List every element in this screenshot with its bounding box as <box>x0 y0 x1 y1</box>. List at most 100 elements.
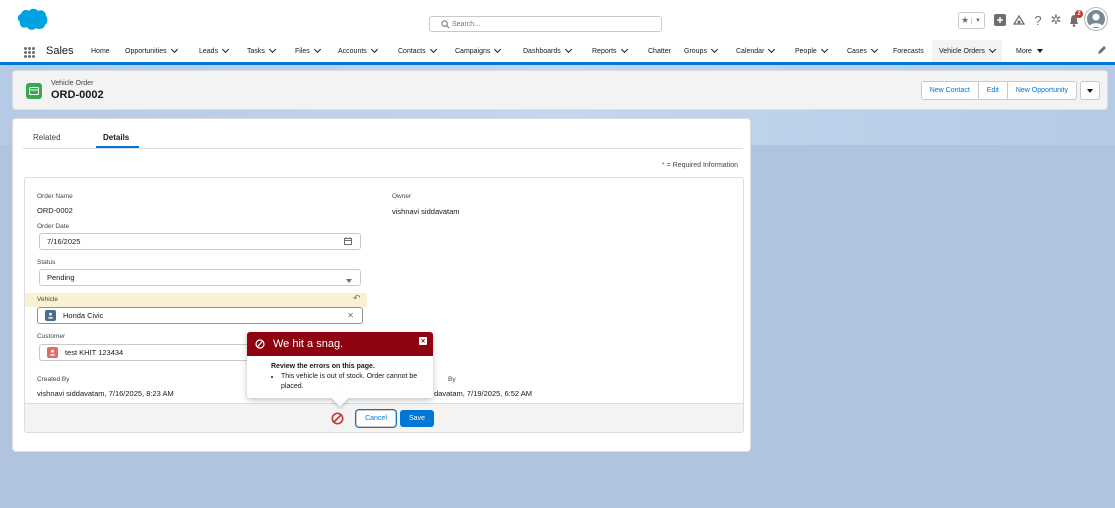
chevron-down-icon <box>313 45 321 54</box>
nav-item-home[interactable]: Home <box>91 40 110 62</box>
vehicle-record-icon <box>45 310 56 321</box>
chevron-down-icon <box>710 45 719 54</box>
nav-item-chatter[interactable]: Chatter <box>648 40 671 62</box>
pencil-icon[interactable] <box>1097 45 1107 55</box>
nav-item-forecasts[interactable]: Forecasts <box>893 40 924 62</box>
search-placeholder: Search... <box>452 20 481 28</box>
edit-button[interactable]: Edit <box>977 81 1008 100</box>
avatar[interactable] <box>1085 8 1107 30</box>
chevron-down-icon <box>170 45 178 54</box>
object-type-label: Vehicle Order <box>51 80 94 87</box>
nav-item-accounts[interactable]: Accounts <box>338 40 378 62</box>
nav-item-calendar[interactable]: Calendar <box>736 40 776 62</box>
new-contact-button[interactable]: New Contact <box>920 81 979 100</box>
owner-label: Owner <box>392 193 412 200</box>
chevron-down-icon <box>620 45 628 54</box>
customer-record-icon <box>47 347 58 358</box>
status-select[interactable]: Pending <box>39 269 361 286</box>
order-name-value: ORD-0002 <box>37 206 73 215</box>
gear-icon[interactable]: ✲ <box>1048 12 1064 28</box>
created-by-value: vishnavi siddavatam, 7/16/2025, 8:23 AM <box>37 389 174 398</box>
error-title: We hit a snag. <box>273 338 344 350</box>
error-icon <box>255 339 265 349</box>
order-date-label: Order Date <box>37 223 70 230</box>
vehicle-lookup-field[interactable]: Honda Civic ✕ <box>37 307 363 324</box>
caret-down-icon <box>1087 88 1093 93</box>
vehicle-order-icon <box>26 83 42 99</box>
chevron-down-icon <box>346 276 352 285</box>
chevron-down-icon <box>429 45 437 54</box>
plus-icon[interactable] <box>992 12 1008 28</box>
nav-item-contacts[interactable]: Contacts <box>398 40 437 62</box>
record-detail-card: Related Details * = Required Information… <box>12 118 751 452</box>
chevron-down-icon <box>820 45 828 54</box>
status-label: Status <box>37 259 56 266</box>
new-opportunity-button[interactable]: New Opportunity <box>1006 81 1077 100</box>
notification-badge: 2 <box>1075 10 1083 18</box>
created-by-label: Created By <box>37 376 70 383</box>
active-tab-indicator <box>96 146 139 148</box>
nav-item-vehicle-orders[interactable]: Vehicle Orders <box>932 40 1002 65</box>
caret-down-icon <box>1036 49 1043 53</box>
nav-item-reports[interactable]: Reports <box>592 40 628 62</box>
nav-item-campaigns[interactable]: Campaigns <box>455 40 502 62</box>
more-actions-button[interactable] <box>1080 81 1100 100</box>
nav-item-groups[interactable]: Groups <box>684 40 719 62</box>
error-popover: We hit a snag. ✕ Review the errors on th… <box>247 332 433 407</box>
star-icon[interactable]: ★ <box>959 15 971 26</box>
undo-icon[interactable]: ↶ <box>353 293 361 304</box>
customer-label: Customer <box>37 333 66 340</box>
error-popover-header: We hit a snag. ✕ <box>247 332 433 356</box>
record-actions: New Contact Edit New Opportunity <box>920 81 1100 100</box>
tab-related[interactable]: Related <box>33 133 61 142</box>
error-subtitle: Review the errors on this page. <box>271 363 375 370</box>
form-footer: Cancel Save <box>25 403 743 432</box>
error-message: This vehicle is out of stock. Order cann… <box>281 372 421 392</box>
nav-item-dashboards[interactable]: Dashboards <box>523 40 572 62</box>
chevron-down-icon <box>870 45 878 54</box>
calendar-icon <box>344 237 352 247</box>
record-header: Vehicle Order ORD-0002 New Contact Edit … <box>12 70 1108 110</box>
chevron-down-icon[interactable]: ▼ <box>971 17 984 24</box>
last-modified-by-value: davatam, 7/19/2025, 6:52 AM <box>434 389 532 398</box>
cancel-button[interactable]: Cancel <box>356 410 396 427</box>
record-title: ORD-0002 <box>51 89 104 101</box>
tab-details[interactable]: Details <box>103 133 129 142</box>
chevron-down-icon <box>494 45 502 54</box>
bell-icon[interactable]: 2 <box>1066 10 1083 28</box>
order-date-field[interactable]: 7/16/2025 <box>39 233 361 250</box>
customer-lookup-field[interactable]: test KHIT 123434 <box>39 344 269 361</box>
app-launcher-icon[interactable] <box>24 47 35 58</box>
required-info-legend: * = Required Information <box>661 162 738 169</box>
error-indicator-icon[interactable] <box>331 412 344 425</box>
nav-item-tasks[interactable]: Tasks <box>247 40 276 62</box>
nav-item-cases[interactable]: Cases <box>847 40 878 62</box>
search-input[interactable]: Search... <box>429 16 662 32</box>
error-popover-body: Review the errors on this page. This veh… <box>247 356 433 392</box>
vehicle-label: Vehicle <box>37 296 58 303</box>
nav-item-files[interactable]: Files <box>295 40 321 62</box>
order-name-label: Order Name <box>37 193 73 200</box>
app-name: Sales <box>46 45 74 57</box>
nav-item-leads[interactable]: Leads <box>199 40 230 62</box>
global-header: Search... ★ ▼ ? ✲ 2 <box>0 0 1115 40</box>
nav-item-more[interactable]: More <box>1016 40 1043 62</box>
nav-item-opportunities[interactable]: Opportunities <box>125 40 178 62</box>
help-icon[interactable]: ? <box>1030 12 1046 28</box>
chevron-down-icon <box>222 45 230 54</box>
navigation-bar: Sales Home Opportunities Leads Tasks Fil… <box>0 40 1115 65</box>
last-modified-by-label: By <box>448 376 456 383</box>
vehicle-changed-highlight <box>25 293 367 307</box>
search-icon <box>441 20 450 29</box>
error-list: This vehicle is out of stock. Order cann… <box>271 372 421 392</box>
chevron-down-icon <box>768 45 776 54</box>
nav-item-people[interactable]: People <box>795 40 828 62</box>
chevron-down-icon <box>564 45 572 54</box>
close-icon[interactable]: ✕ <box>419 337 427 345</box>
favorites-button[interactable]: ★ ▼ <box>958 12 985 29</box>
tab-bar: Related Details <box>23 119 743 149</box>
save-button[interactable]: Save <box>400 410 434 427</box>
trailhead-icon[interactable] <box>1011 12 1027 28</box>
salesforce-cloud-logo[interactable] <box>17 8 48 30</box>
owner-value: vishnavi siddavatam <box>392 207 460 216</box>
